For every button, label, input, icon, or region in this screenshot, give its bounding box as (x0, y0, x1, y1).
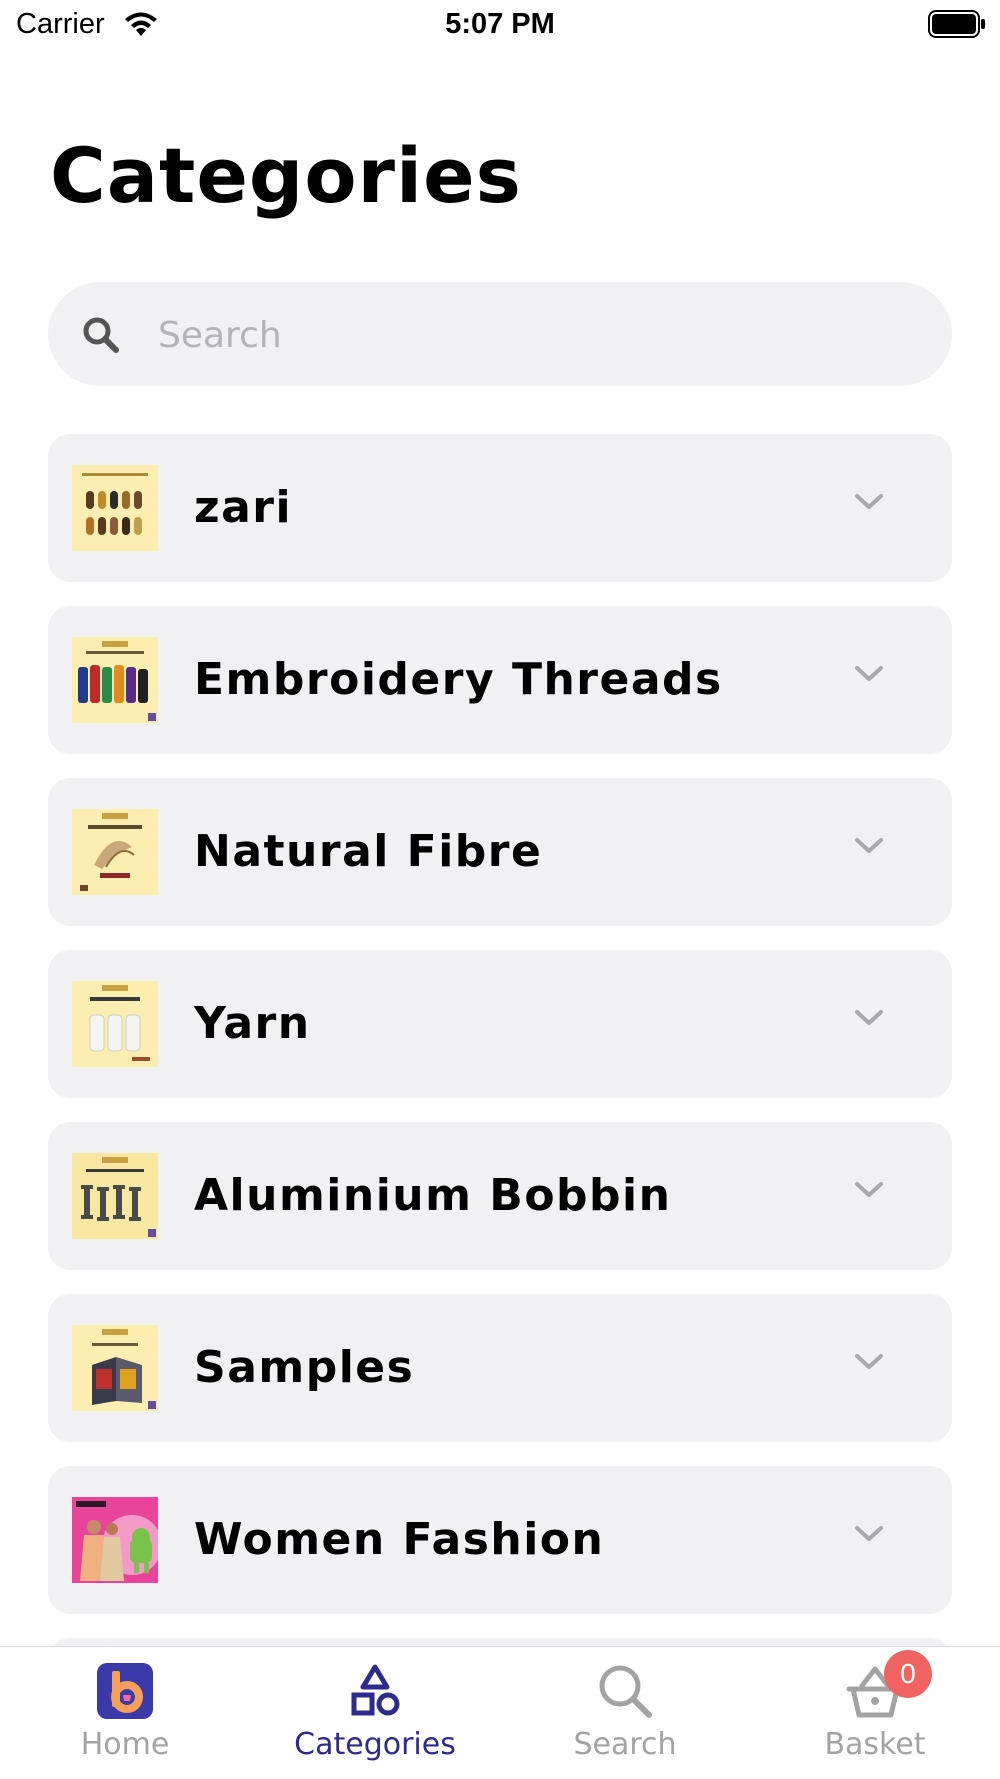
tab-basket[interactable]: Basket (750, 1647, 1000, 1779)
category-label: Yarn (194, 998, 311, 1049)
search-bar[interactable] (48, 282, 952, 386)
category-item-samples[interactable]: Samples (48, 1294, 952, 1442)
search-input[interactable] (156, 304, 920, 366)
category-item-aluminium-bobbin[interactable]: Aluminium Bobbin (48, 1122, 952, 1270)
category-label: Natural Fibre (194, 826, 543, 877)
search-icon (599, 1665, 652, 1718)
search-icon (83, 317, 119, 353)
battery-icon (928, 10, 985, 38)
category-label: zari (194, 482, 293, 533)
women-fashion-thumbnail (72, 1497, 158, 1583)
category-item-women-fashion[interactable]: Women Fashion (48, 1466, 952, 1614)
category-label: Samples (194, 1342, 415, 1393)
chevron-down-icon[interactable] (854, 836, 884, 856)
home-logo-icon (97, 1663, 153, 1719)
category-list: zari Embroidery Threads Natural Fibre Ya… (48, 434, 952, 1646)
tab-label: Home (80, 1727, 170, 1762)
tab-label: Basket (824, 1727, 926, 1762)
chevron-down-icon[interactable] (854, 1008, 884, 1028)
chevron-down-icon[interactable] (854, 664, 884, 684)
category-item-natural-fibre[interactable]: Natural Fibre (48, 778, 952, 926)
shapes-icon (351, 1664, 400, 1716)
category-label: Women Fashion (194, 1514, 605, 1565)
category-item-yarn[interactable]: Yarn (48, 950, 952, 1098)
tab-label: Categories (294, 1727, 456, 1762)
category-label: Embroidery Threads (194, 654, 723, 705)
page-title: Categories (50, 131, 522, 220)
samples-thumbnail (72, 1325, 158, 1411)
embroidery-threads-thumbnail (72, 637, 158, 723)
category-item-partial[interactable] (48, 1638, 952, 1646)
tab-label: Search (573, 1727, 677, 1762)
aluminium-bobbin-thumbnail (72, 1153, 158, 1239)
status-bar: Carrier 5:07 PM (0, 0, 1000, 50)
category-label: Aluminium Bobbin (194, 1170, 672, 1221)
category-item-embroidery-threads[interactable]: Embroidery Threads (48, 606, 952, 754)
basket-count-badge: 0 (884, 1650, 932, 1698)
tab-home[interactable]: Home (0, 1647, 250, 1779)
chevron-down-icon[interactable] (854, 492, 884, 512)
natural-fibre-thumbnail (72, 809, 158, 895)
tab-bar: Home Categories Search Basket (0, 1646, 1000, 1779)
status-time: 5:07 PM (445, 8, 555, 40)
zari-thumbnail (72, 465, 158, 551)
chevron-down-icon[interactable] (854, 1180, 884, 1200)
chevron-down-icon[interactable] (854, 1524, 884, 1544)
yarn-thumbnail (72, 981, 158, 1067)
chevron-down-icon[interactable] (854, 1352, 884, 1372)
tab-categories[interactable]: Categories (250, 1647, 500, 1779)
tab-search[interactable]: Search (500, 1647, 750, 1779)
category-item-zari[interactable]: zari (48, 434, 952, 582)
